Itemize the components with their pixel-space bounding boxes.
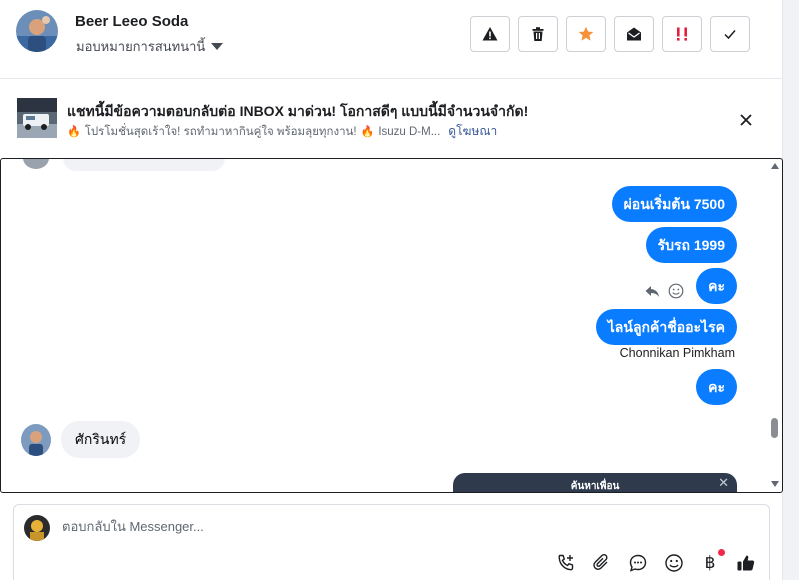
scrollbar-thumb[interactable] — [771, 418, 778, 438]
close-ad-button[interactable] — [736, 110, 756, 130]
reply-composer: ฿ — [13, 504, 770, 580]
call-add-button[interactable] — [556, 553, 576, 573]
outgoing-message-bubble[interactable]: ผ่อนเริ่มต้น 7500 — [611, 186, 737, 222]
contact-name[interactable]: Beer Leeo Soda — [75, 13, 188, 30]
envelope-open-icon — [627, 27, 641, 41]
paperclip-icon — [593, 553, 608, 570]
attach-button[interactable] — [592, 553, 612, 573]
payment-button[interactable]: ฿ — [700, 549, 725, 573]
incoming-message-bubble[interactable] — [63, 159, 225, 171]
star-icon — [578, 26, 594, 41]
emoji-icon — [665, 554, 683, 572]
outgoing-message-bubble[interactable]: รับรถ 1999 — [645, 227, 737, 263]
header-actions — [470, 16, 750, 52]
emoji-button[interactable] — [664, 553, 684, 573]
priority-icon — [677, 27, 687, 41]
outgoing-message-bubble[interactable]: คะ — [696, 268, 737, 304]
assign-label: มอบหมายการสนทนานี้ — [76, 39, 206, 54]
chat-bubble-icon — [629, 554, 647, 572]
priority-button[interactable] — [662, 16, 702, 52]
emoji-react-icon[interactable] — [668, 283, 684, 299]
thread-scrollbar[interactable] — [767, 159, 781, 491]
fire-icon: 🔥 — [360, 126, 375, 138]
call-add-icon — [558, 554, 574, 571]
thumbs-up-icon — [737, 555, 755, 571]
outgoing-message-bubble[interactable]: คะ — [696, 369, 737, 405]
ad-subtitle-text: โปรโมชั่นสุดเร้าใจ! รถทำมาหากินคู่ใจ พร้… — [84, 125, 357, 138]
composer-toolbar: ฿ — [556, 549, 756, 573]
outgoing-message-bubble[interactable]: ไลน์ลูกค้าชื่ออะไรค — [595, 309, 737, 345]
ad-subtitle-model: Isuzu D-M... — [378, 125, 441, 138]
reply-input[interactable] — [62, 519, 662, 534]
contact-avatar-small[interactable] — [21, 424, 51, 456]
ad-thumbnail[interactable] — [17, 98, 57, 138]
close-icon[interactable]: ✕ — [718, 475, 729, 491]
ad-subtitle: 🔥 โปรโมชั่นสุดเร้าใจ! รถทำมาหากินคู่ใจ พ… — [67, 122, 497, 141]
ad-banner: แชทนี้มีข้อความตอบกลับต่อ INBOX มาด่วน! … — [0, 80, 782, 158]
find-friends-popup[interactable]: ค้นหาเพื่อน ✕ — [453, 473, 737, 492]
right-panel-edge — [782, 0, 799, 580]
scroll-up-arrow-icon[interactable] — [771, 163, 779, 169]
assign-conversation-dropdown[interactable]: มอบหมายการสนทนานี้ — [76, 36, 224, 57]
caret-down-icon — [211, 43, 224, 50]
message-tools — [644, 283, 684, 299]
contact-avatar[interactable] — [16, 10, 58, 52]
ad-title: แชทนี้มีข้อความตอบกลับต่อ INBOX มาด่วน! … — [67, 103, 529, 119]
saved-replies-button[interactable] — [628, 553, 648, 573]
report-button[interactable] — [470, 16, 510, 52]
sender-name: Chonnikan Pimkham — [619, 346, 735, 360]
scroll-down-arrow-icon[interactable] — [771, 481, 779, 487]
star-button[interactable] — [566, 16, 606, 52]
message-thread: ผ่อนเริ่มต้น 7500 รับรถ 1999 คะ ไลน์ลูกค… — [0, 158, 783, 493]
delete-button[interactable] — [518, 16, 558, 52]
like-button[interactable] — [736, 553, 756, 573]
mark-unread-button[interactable] — [614, 16, 654, 52]
find-friends-label: ค้นหาเพื่อน — [570, 481, 620, 492]
mark-done-button[interactable] — [710, 16, 750, 52]
contact-avatar-small — [23, 159, 49, 169]
warning-icon — [482, 27, 498, 41]
close-icon — [740, 114, 752, 126]
page-avatar — [24, 515, 50, 541]
view-ad-link[interactable]: ดูโฆษณา — [448, 122, 497, 141]
baht-icon: ฿ — [704, 553, 716, 573]
reply-icon[interactable] — [644, 283, 660, 299]
incoming-message-bubble[interactable]: ศักรินทร์ — [61, 421, 141, 458]
fire-icon: 🔥 — [67, 126, 81, 138]
notification-dot — [718, 549, 725, 556]
conversation-header: Beer Leeo Soda มอบหมายการสนทนานี้ — [0, 0, 782, 79]
check-icon — [724, 30, 736, 40]
trash-icon — [532, 27, 544, 41]
